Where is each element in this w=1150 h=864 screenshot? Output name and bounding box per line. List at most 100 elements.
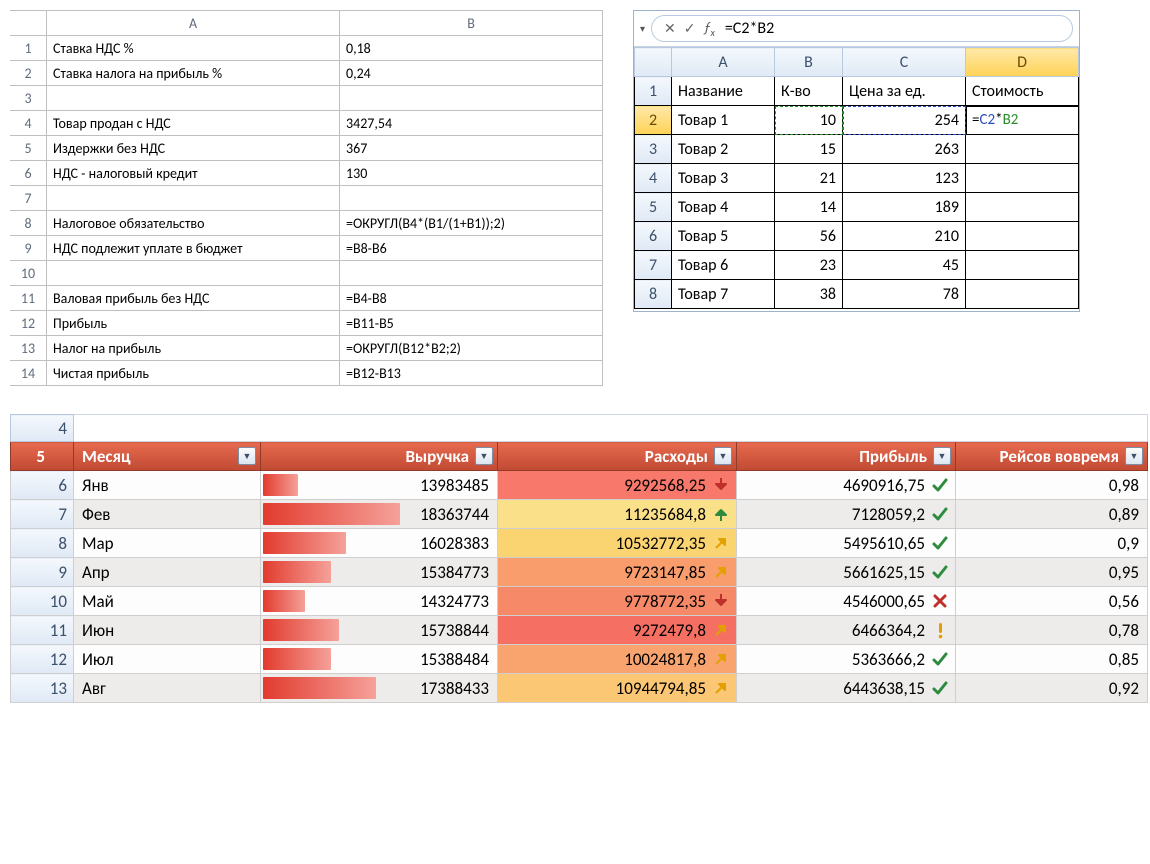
cell-ontime[interactable]: 0,9	[956, 529, 1148, 558]
row-header[interactable]: 8	[10, 211, 47, 236]
select-all-corner[interactable]	[635, 48, 672, 77]
namebox-dropdown-icon[interactable]: ▾	[640, 22, 645, 35]
cell-revenue[interactable]: 16028383	[261, 529, 498, 558]
cell-ontime[interactable]: 0,92	[956, 674, 1148, 703]
cell[interactable]	[47, 186, 340, 211]
row-header[interactable]: 11	[11, 616, 74, 645]
cell-referenced[interactable]: 10	[775, 106, 843, 135]
cell-ontime[interactable]: 0,56	[956, 587, 1148, 616]
cell-editing[interactable]: =C2*B2	[966, 106, 1079, 135]
cell-ontime[interactable]: 0,89	[956, 500, 1148, 529]
col-header-A[interactable]: A	[47, 11, 340, 36]
col-header-profit[interactable]: Прибыль▼	[737, 442, 956, 471]
cell-profit[interactable]: 5661625,15	[737, 558, 956, 587]
cell-ontime[interactable]: 0,78	[956, 616, 1148, 645]
col-header-revenue[interactable]: Выручка▼	[261, 442, 498, 471]
row-header[interactable]: 10	[10, 261, 47, 286]
row-header[interactable]: 7	[635, 251, 672, 280]
row-header[interactable]: 6	[635, 222, 672, 251]
row-header[interactable]: 12	[11, 645, 74, 674]
row-header[interactable]: 1	[10, 36, 47, 61]
row-header[interactable]: 4	[10, 111, 47, 136]
cell[interactable]: Налог на прибыль	[47, 336, 340, 361]
cell[interactable]	[47, 86, 340, 111]
col-header-A[interactable]: A	[672, 48, 775, 77]
cell[interactable]: Товар 7	[672, 280, 775, 309]
cell[interactable]: 3427,54	[340, 111, 603, 136]
cell[interactable]	[340, 261, 603, 286]
cell-ontime[interactable]: 0,95	[956, 558, 1148, 587]
cell-revenue[interactable]: 17388433	[261, 674, 498, 703]
row-header[interactable]: 7	[11, 500, 74, 529]
filter-dropdown-icon[interactable]: ▼	[238, 447, 256, 465]
select-all-corner[interactable]	[10, 11, 47, 36]
row-header[interactable]: 14	[10, 361, 47, 386]
cell[interactable]: =B11-B5	[340, 311, 603, 336]
cell[interactable]: Товар 6	[672, 251, 775, 280]
row-header[interactable]: 12	[10, 311, 47, 336]
row-header[interactable]: 6	[11, 471, 74, 500]
row-header[interactable]: 5	[10, 136, 47, 161]
accept-formula-icon[interactable]: ✓	[684, 20, 696, 37]
cell[interactable]: Ставка НДС %	[47, 36, 340, 61]
cell-month[interactable]: Июн	[74, 616, 261, 645]
row-header[interactable]: 13	[11, 674, 74, 703]
cell[interactable]: Товар 2	[672, 135, 775, 164]
cell-expenses[interactable]: 10944794,85	[498, 674, 737, 703]
cell-expenses[interactable]: 9292568,25	[498, 471, 737, 500]
row-header[interactable]: 7	[10, 186, 47, 211]
cell[interactable]: Издержки без НДС	[47, 136, 340, 161]
cell-revenue[interactable]: 15738844	[261, 616, 498, 645]
row-header[interactable]: 1	[635, 77, 672, 106]
cell[interactable]: 263	[843, 135, 966, 164]
cell-ontime[interactable]: 0,85	[956, 645, 1148, 674]
cell[interactable]: 15	[775, 135, 843, 164]
cell[interactable]	[74, 415, 1148, 442]
cell[interactable]: 14	[775, 193, 843, 222]
cell-expenses[interactable]: 9778772,35	[498, 587, 737, 616]
cell[interactable]: =B4-B8	[340, 286, 603, 311]
cell[interactable]: 130	[340, 161, 603, 186]
cell[interactable]: 189	[843, 193, 966, 222]
row-header[interactable]: 2	[10, 61, 47, 86]
cell-revenue[interactable]: 15384773	[261, 558, 498, 587]
row-header[interactable]: 8	[635, 280, 672, 309]
cell[interactable]: =ОКРУГЛ(B4*(B1/(1+B1));2)	[340, 211, 603, 236]
cell-ontime[interactable]: 0,98	[956, 471, 1148, 500]
cell[interactable]	[966, 251, 1079, 280]
cell-expenses[interactable]: 10024817,8	[498, 645, 737, 674]
cell-revenue[interactable]: 14324773	[261, 587, 498, 616]
cell[interactable]: 210	[843, 222, 966, 251]
col-header-month[interactable]: Месяц▼	[74, 442, 261, 471]
cell-month[interactable]: Янв	[74, 471, 261, 500]
cell[interactable]	[966, 193, 1079, 222]
cell-expenses[interactable]: 9272479,8	[498, 616, 737, 645]
col-header-C[interactable]: C	[843, 48, 966, 77]
row-header[interactable]: 9	[10, 236, 47, 261]
filter-dropdown-icon[interactable]: ▼	[714, 447, 732, 465]
cell-revenue[interactable]: 13983485	[261, 471, 498, 500]
row-header[interactable]: 4	[635, 164, 672, 193]
cell[interactable]: =B8-B6	[340, 236, 603, 261]
cell[interactable]	[966, 135, 1079, 164]
cell-month[interactable]: Мар	[74, 529, 261, 558]
cell[interactable]	[966, 222, 1079, 251]
cell[interactable]: =ОКРУГЛ(B12*B2;2)	[340, 336, 603, 361]
cell[interactable]: 78	[843, 280, 966, 309]
cell[interactable]: 56	[775, 222, 843, 251]
col-header-B[interactable]: B	[340, 11, 603, 36]
cell[interactable]: Стоимость	[966, 77, 1079, 106]
cell[interactable]	[966, 164, 1079, 193]
cell[interactable]	[966, 280, 1079, 309]
cell-profit[interactable]: 4690916,75	[737, 471, 956, 500]
cell[interactable]: Название	[672, 77, 775, 106]
cell-month[interactable]: Июл	[74, 645, 261, 674]
col-header-B[interactable]: B	[775, 48, 843, 77]
cell[interactable]: Товар 5	[672, 222, 775, 251]
row-header[interactable]: 2	[635, 106, 672, 135]
cell[interactable]: Товар 1	[672, 106, 775, 135]
row-header[interactable]: 5	[635, 193, 672, 222]
cell-profit[interactable]: 6443638,15	[737, 674, 956, 703]
filter-dropdown-icon[interactable]: ▼	[933, 447, 951, 465]
cancel-formula-icon[interactable]: ✕	[664, 20, 676, 37]
